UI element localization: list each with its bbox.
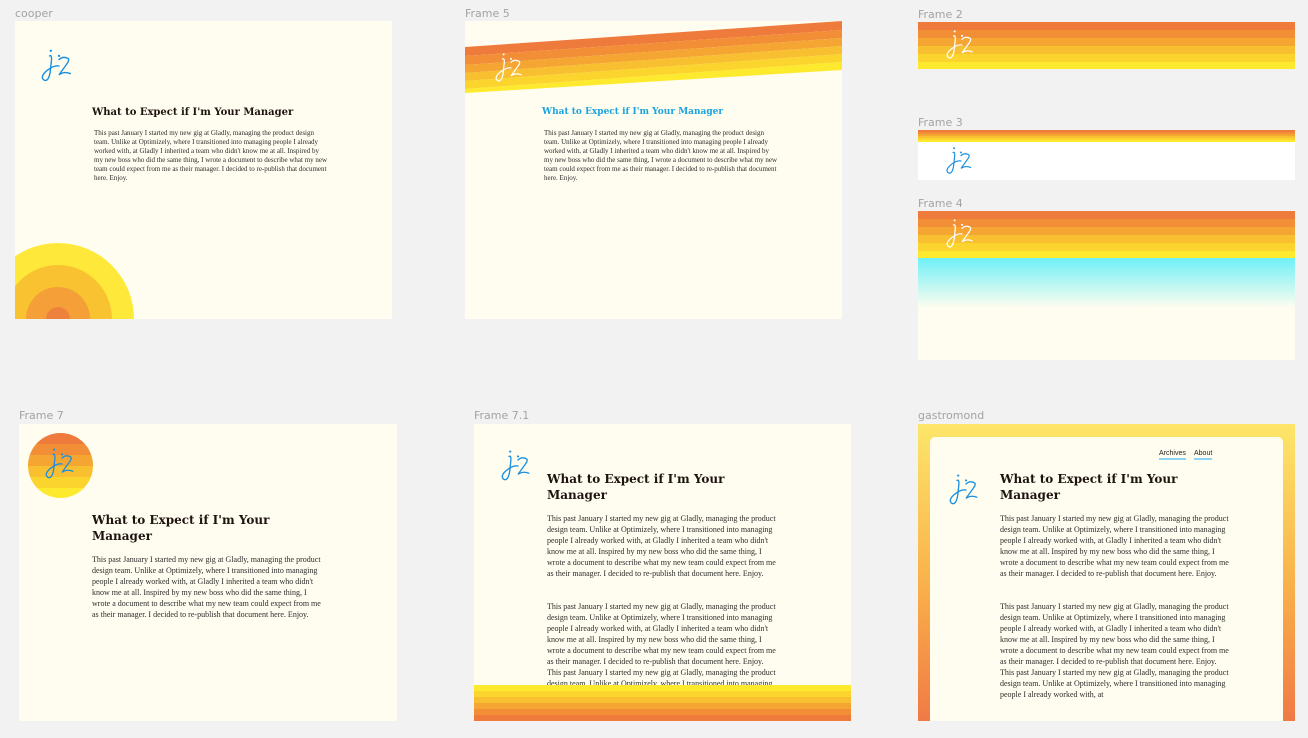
post-paragraph-1: This past January I started my new gig a… bbox=[1000, 514, 1229, 578]
post-title: What to Expect if I'm Your Manager bbox=[1000, 471, 1177, 503]
title-line-1: What to Expect if I'm Your bbox=[92, 513, 270, 527]
jz-logo-icon bbox=[948, 470, 984, 510]
jz-logo-icon bbox=[494, 51, 528, 85]
post-title: What to Expect if I'm Your Manager bbox=[92, 512, 269, 544]
frame-label-frame-4[interactable]: Frame 4 bbox=[918, 198, 963, 210]
thin-stripes bbox=[918, 130, 1295, 142]
jz-logo-icon bbox=[945, 144, 977, 178]
sun-rings-graphic bbox=[15, 243, 134, 319]
jz-logo-icon bbox=[39, 47, 79, 85]
title-line-2: Manager bbox=[1000, 488, 1060, 502]
frame-label-frame-7[interactable]: Frame 7 bbox=[19, 410, 64, 422]
title-line-2: Manager bbox=[92, 529, 152, 543]
frame-2[interactable] bbox=[918, 22, 1295, 69]
jz-logo-icon bbox=[945, 26, 979, 64]
post-title: What to Expect if I'm Your Manager bbox=[92, 107, 294, 118]
jz-logo-icon bbox=[945, 215, 979, 253]
frame-4[interactable] bbox=[918, 211, 1295, 360]
frame-label-frame-3[interactable]: Frame 3 bbox=[918, 117, 963, 129]
frame-label-frame-5[interactable]: Frame 5 bbox=[465, 8, 510, 20]
post-paragraph-2: This past January I started my new gig a… bbox=[1000, 602, 1229, 699]
post-paragraph-1: This past January I started my new gig a… bbox=[547, 514, 776, 578]
content-card: Archives About What to Expect if I'm You… bbox=[930, 437, 1283, 721]
nav-archives-link[interactable]: Archives bbox=[1159, 449, 1186, 460]
frame-label-frame-2[interactable]: Frame 2 bbox=[918, 9, 963, 21]
title-line-1: What to Expect if I'm Your bbox=[547, 472, 725, 486]
title-line-2: Manager bbox=[547, 488, 607, 502]
frame-label-frame-7-1[interactable]: Frame 7.1 bbox=[474, 410, 529, 422]
post-paragraph: This past January I started my new gig a… bbox=[94, 129, 328, 182]
jz-logo-icon bbox=[44, 443, 80, 485]
jz-logo-icon bbox=[500, 446, 536, 486]
sky-gradient bbox=[918, 258, 1295, 308]
frame-gastromond[interactable]: Archives About What to Expect if I'm You… bbox=[918, 424, 1295, 721]
frame-label-gastromond[interactable]: gastromond bbox=[918, 410, 984, 422]
frame-7[interactable]: What to Expect if I'm Your Manager This … bbox=[19, 424, 397, 721]
frame-3[interactable] bbox=[918, 130, 1295, 180]
post-title: What to Expect if I'm Your Manager bbox=[542, 107, 724, 117]
post-paragraph: This past January I started my new gig a… bbox=[544, 129, 778, 182]
post-title: What to Expect if I'm Your Manager bbox=[547, 471, 724, 503]
footer-stripes bbox=[474, 685, 851, 721]
frame-7-1[interactable]: What to Expect if I'm Your Manager This … bbox=[474, 424, 851, 721]
frame-cooper[interactable]: What to Expect if I'm Your Manager This … bbox=[15, 21, 392, 319]
nav-about-link[interactable]: About bbox=[1194, 449, 1213, 460]
title-line-1: What to Expect if I'm Your bbox=[1000, 472, 1178, 486]
post-paragraph: This past January I started my new gig a… bbox=[92, 555, 321, 619]
post-paragraph-2: This past January I started my new gig a… bbox=[547, 602, 776, 691]
frame-label-cooper[interactable]: cooper bbox=[15, 8, 53, 20]
frame-5[interactable]: What to Expect if I'm Your Manager This … bbox=[465, 21, 842, 319]
